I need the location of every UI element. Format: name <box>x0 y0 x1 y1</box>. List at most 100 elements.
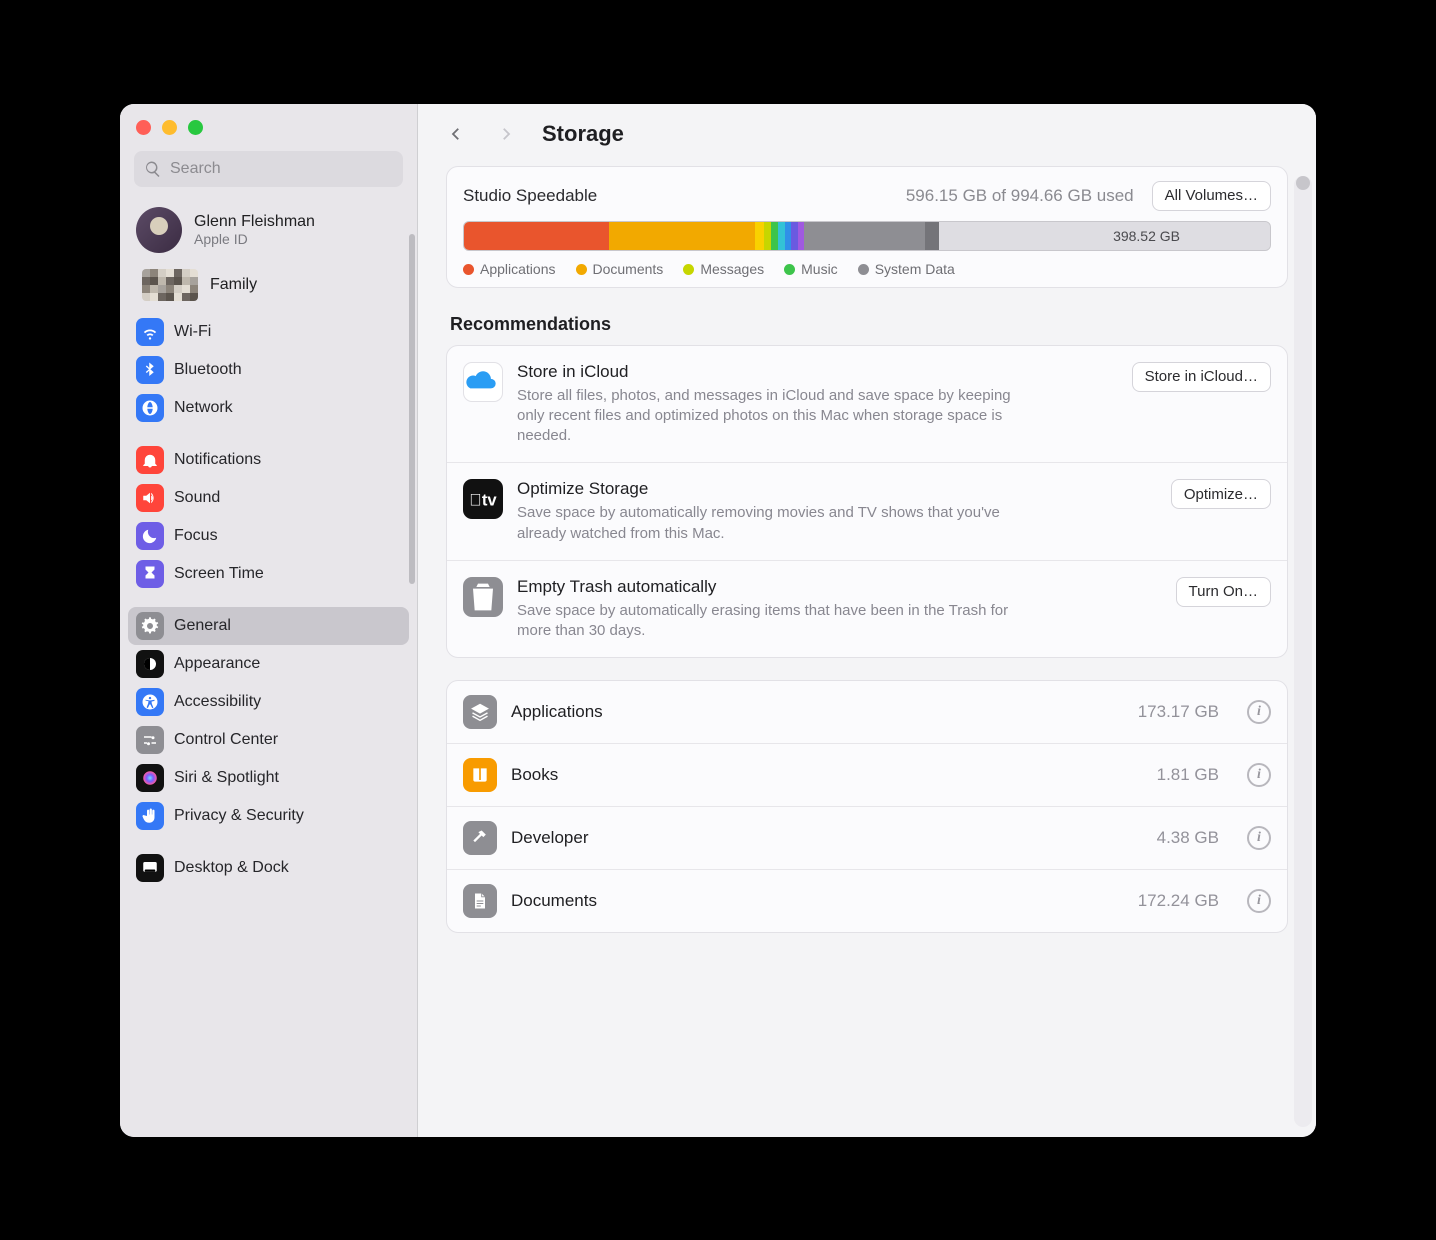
bluetooth-icon <box>136 356 164 384</box>
legend-swatch <box>784 264 795 275</box>
sidebar-item-wi-fi[interactable]: Wi-Fi <box>128 313 409 351</box>
main-panel: Storage Studio Speedable 596.15 GB of 99… <box>418 104 1316 1137</box>
sidebar-item-label: Siri & Spotlight <box>174 769 279 787</box>
recommendation-action-button[interactable]: Optimize… <box>1171 479 1271 509</box>
minimize-window-button[interactable] <box>162 120 177 135</box>
forward-button <box>492 120 520 148</box>
legend-swatch <box>683 264 694 275</box>
globe-icon <box>136 394 164 422</box>
svg-text:tv: tv <box>469 491 497 510</box>
recommendation-desc: Store all files, photos, and messages in… <box>517 386 1027 447</box>
doc-icon <box>463 884 497 918</box>
recommendations-card: Store in iCloudStore all files, photos, … <box>446 345 1288 659</box>
app-icon <box>463 695 497 729</box>
legend-item: Applications <box>463 261 556 277</box>
main-scrollbar-thumb[interactable] <box>1296 176 1310 190</box>
category-label: Developer <box>511 828 589 848</box>
family-row[interactable]: Family <box>120 259 417 313</box>
chevron-left-icon <box>447 125 465 143</box>
category-size: 173.17 GB <box>1138 702 1219 722</box>
category-row[interactable]: Books 1.81 GB i <box>447 743 1287 806</box>
storage-segment <box>464 222 609 250</box>
account-sub: Apple ID <box>194 231 315 247</box>
category-row[interactable]: Applications 173.17 GB i <box>447 681 1287 743</box>
chevron-right-icon <box>497 125 515 143</box>
scrollbar-thumb[interactable] <box>409 234 415 584</box>
storage-segment <box>755 222 765 250</box>
appearance-icon <box>136 650 164 678</box>
family-avatars <box>142 269 198 301</box>
search-input[interactable] <box>170 160 393 178</box>
sidebar-item-label: Appearance <box>174 655 260 673</box>
hand-icon <box>136 802 164 830</box>
moon-icon <box>136 522 164 550</box>
sidebar-item-appearance[interactable]: Appearance <box>128 645 409 683</box>
apple-id-row[interactable]: Glenn Fleishman Apple ID <box>120 197 417 259</box>
switches-icon <box>136 726 164 754</box>
storage-segment <box>771 222 778 250</box>
category-row[interactable]: Developer 4.38 GB i <box>447 806 1287 869</box>
category-size: 1.81 GB <box>1157 765 1219 785</box>
info-icon[interactable]: i <box>1247 889 1271 913</box>
free-space-label: 398.52 GB <box>1113 222 1270 250</box>
appletv-icon: tv <box>463 479 503 519</box>
sidebar-item-bluetooth[interactable]: Bluetooth <box>128 351 409 389</box>
sidebar-item-network[interactable]: Network <box>128 389 409 427</box>
category-label: Books <box>511 765 558 785</box>
usage-text: 596.15 GB of 994.66 GB used <box>609 186 1133 206</box>
category-size: 172.24 GB <box>1138 891 1219 911</box>
sidebar-item-desktop-dock[interactable]: Desktop & Dock <box>128 849 409 887</box>
back-button[interactable] <box>442 120 470 148</box>
search-icon <box>144 160 162 178</box>
hourglass-icon <box>136 560 164 588</box>
recommendation-row: tv Optimize Storage Save space by automat… <box>447 462 1287 560</box>
account-name: Glenn Fleishman <box>194 213 315 231</box>
all-volumes-button[interactable]: All Volumes… <box>1152 181 1271 211</box>
legend-item: Music <box>784 261 838 277</box>
category-size: 4.38 GB <box>1157 828 1219 848</box>
sidebar-item-notifications[interactable]: Notifications <box>128 441 409 479</box>
recommendation-action-button[interactable]: Store in iCloud… <box>1132 362 1271 392</box>
accessibility-icon <box>136 688 164 716</box>
settings-window: Glenn Fleishman Apple ID Family Wi-Fi Blu… <box>120 104 1316 1137</box>
sidebar-item-label: Screen Time <box>174 565 264 583</box>
sidebar-item-label: Notifications <box>174 451 261 469</box>
storage-bar: 398.52 GB <box>463 221 1271 251</box>
dock-icon <box>136 854 164 882</box>
legend-item: Messages <box>683 261 764 277</box>
sidebar-item-privacy-security[interactable]: Privacy & Security <box>128 797 409 835</box>
sidebar-item-screen-time[interactable]: Screen Time <box>128 555 409 593</box>
close-window-button[interactable] <box>136 120 151 135</box>
sidebar-item-sound[interactable]: Sound <box>128 479 409 517</box>
sidebar-item-siri-spotlight[interactable]: Siri & Spotlight <box>128 759 409 797</box>
sidebar-item-accessibility[interactable]: Accessibility <box>128 683 409 721</box>
content-scroll[interactable]: Studio Speedable 596.15 GB of 994.66 GB … <box>418 154 1316 1137</box>
info-icon[interactable]: i <box>1247 763 1271 787</box>
sidebar-item-label: Bluetooth <box>174 361 242 379</box>
recommendation-action-button[interactable]: Turn On… <box>1176 577 1271 607</box>
categories-card: Applications173.17 GBiBooks1.81 GBiDevel… <box>446 680 1288 933</box>
sidebar: Glenn Fleishman Apple ID Family Wi-Fi Blu… <box>120 104 418 1137</box>
info-icon[interactable]: i <box>1247 700 1271 724</box>
legend-swatch <box>576 264 587 275</box>
page-title: Storage <box>542 121 624 147</box>
recommendation-desc: Save space by automatically removing mov… <box>517 503 1027 544</box>
info-icon[interactable]: i <box>1247 826 1271 850</box>
sidebar-item-control-center[interactable]: Control Center <box>128 721 409 759</box>
category-label: Applications <box>511 702 603 722</box>
zoom-window-button[interactable] <box>188 120 203 135</box>
search-field[interactable] <box>134 151 403 187</box>
sidebar-item-label: Network <box>174 399 233 417</box>
main-scrollbar-track[interactable] <box>1294 176 1312 1127</box>
storage-segment <box>804 222 925 250</box>
speaker-icon <box>136 484 164 512</box>
recommendation-title: Optimize Storage <box>517 479 1157 499</box>
cloud-icon <box>463 362 503 402</box>
sidebar-item-general[interactable]: General <box>128 607 409 645</box>
sidebar-item-focus[interactable]: Focus <box>128 517 409 555</box>
sidebar-item-label: General <box>174 617 231 635</box>
window-controls <box>120 108 417 143</box>
storage-segment <box>925 222 939 250</box>
sidebar-item-label: Wi-Fi <box>174 323 211 341</box>
category-row[interactable]: Documents172.24 GBi <box>447 869 1287 932</box>
